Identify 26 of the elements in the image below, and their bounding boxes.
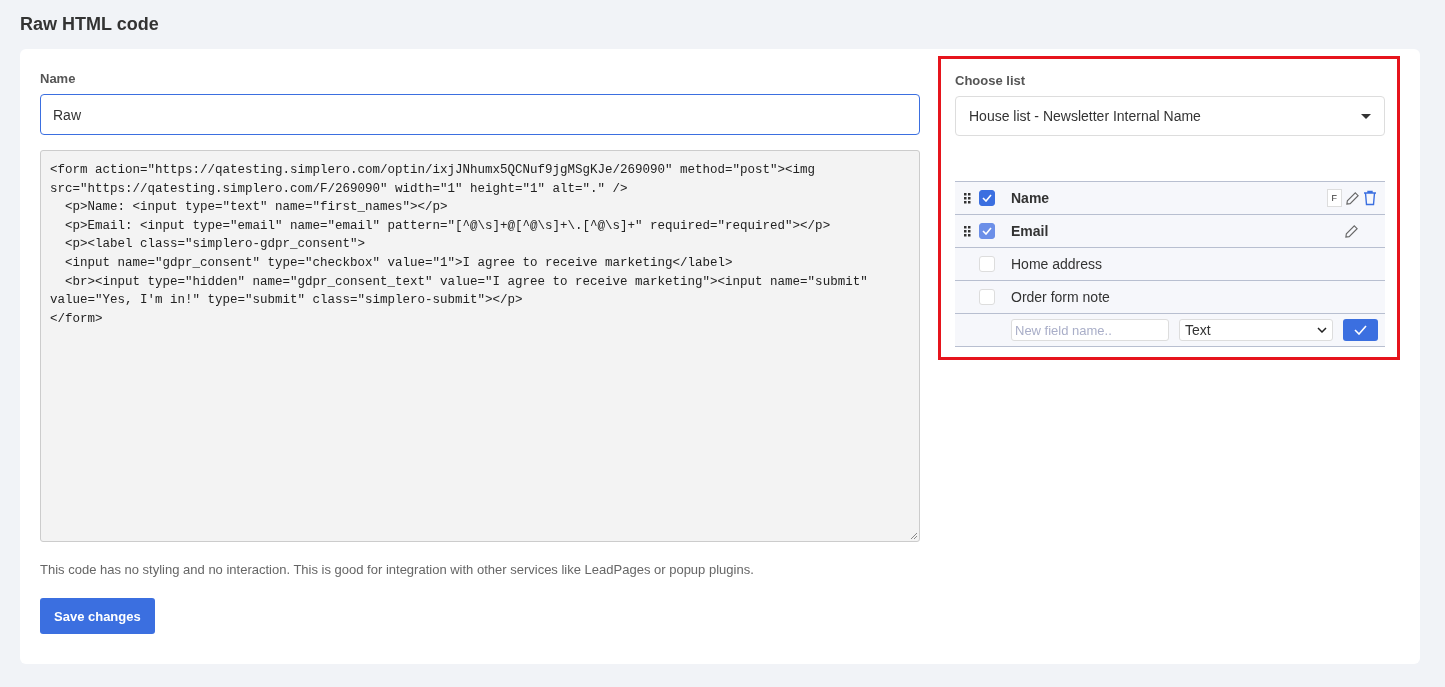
resize-grip-icon[interactable] — [909, 531, 918, 540]
save-changes-button[interactable]: Save changes — [40, 598, 155, 634]
field-name: Order form note — [1011, 289, 1110, 305]
field-badge[interactable]: F — [1326, 189, 1342, 207]
name-input-field[interactable]: Raw — [40, 94, 920, 135]
field-label: Name — [40, 71, 77, 86]
field-name: Email — [1011, 223, 1049, 239]
code-textarea[interactable]: <form action="https://qatesting.simplero.com/optin/ixjJNhumx5QCNuf9jgMSgKJe/269090" method="post"><img src="https://qatesting.simplero.com/F/269090" width="1" height="1" alt="." /> <p>Name: <input type="text" name="first_names"></p> <p>Email: <input type="email" name="email" pattern="[^@\s]+@[^@\s]+\.[^@\s]+" required="required"></p> <p><label class="simplero-gdpr_consent"> <input name="gdpr_consent" type="checkbox" value="1">I agree to receive marketing</label> <br><input type="hidden" name="gdpr_consent_text" value="I agree to receive marketing"><input name="submit" value="Yes, I'm in!" type="submit" class="simplero-submit"></p> </form> — [40, 150, 920, 542]
checkmark-icon — [982, 194, 992, 202]
caret-icon — [1361, 113, 1371, 119]
trash-icon[interactable] — [1363, 190, 1377, 206]
list-dropdown[interactable]: House list - Newsletter Internal Name — [955, 96, 1385, 136]
checkmark-icon — [982, 227, 992, 235]
checkmark-icon — [1354, 325, 1367, 335]
drag-handle-icon[interactable] — [963, 192, 971, 204]
new-field-name-input[interactable]: New field name.. — [1011, 319, 1169, 341]
chevron-icon — [1317, 327, 1327, 333]
field-name: Home address — [1011, 256, 1103, 272]
help-text: This code has no styling and no interaction. This is good for integration with other services like LeadPages or popup plugins. — [40, 562, 755, 577]
add-field-button[interactable] — [1343, 319, 1378, 341]
field-label: Choose list — [955, 73, 1027, 88]
field-checkbox[interactable] — [979, 190, 995, 206]
page-title: Raw HTML code — [20, 14, 160, 35]
pencil-icon[interactable] — [1345, 190, 1360, 206]
field-name: Name — [1011, 190, 1050, 206]
field-type-dropdown[interactable]: Text — [1179, 319, 1333, 341]
